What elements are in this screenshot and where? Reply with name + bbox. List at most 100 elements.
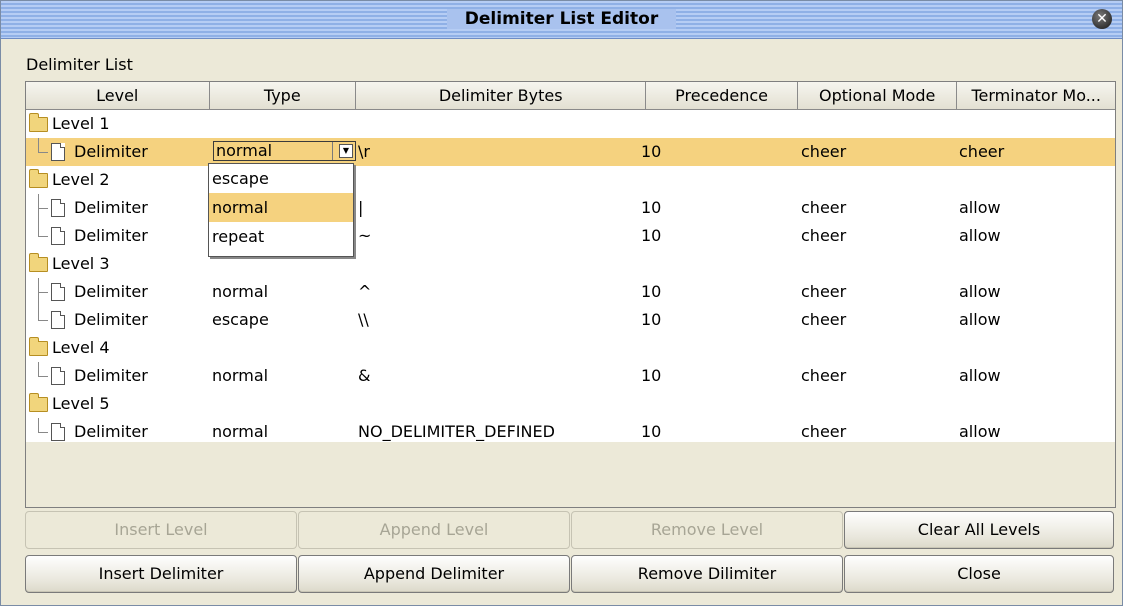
level-row[interactable]: Level 4 [26,334,1115,362]
delimiter-precedence: 10 [641,198,662,217]
delimiter-precedence: 10 [641,142,662,161]
delimiter-terminator-mode: allow [959,310,1001,329]
delimiter-bytes: & [358,366,371,385]
document-icon [51,143,65,161]
folder-icon [29,393,48,412]
clear-all-levels-button[interactable]: Clear All Levels [844,511,1114,549]
remove-delimiter-button[interactable]: Remove Dilimiter [571,555,843,593]
title-bar[interactable]: Delimiter List Editor ✕ [1,1,1122,39]
level-label: Level 4 [52,338,110,357]
type-option-normal[interactable]: normal [209,193,353,222]
delimiter-terminator-mode: allow [959,282,1001,301]
tree-line [38,306,39,320]
delimiter-bytes: NO_DELIMITER_DEFINED [358,422,555,441]
level-row[interactable]: Level 2 [26,166,1115,194]
level-label: Level 1 [52,114,110,133]
delimiter-terminator-mode: allow [959,422,1001,441]
delimiter-terminator-mode: cheer [959,142,1005,161]
delimiter-row[interactable]: Delimiter normal ^ 10 cheer allow [26,278,1115,306]
delimiter-bytes: ^ [358,282,372,301]
delimiter-label: Delimiter [74,310,148,329]
delimiter-precedence: 10 [641,310,662,329]
level-label: Level 2 [52,170,110,189]
table-empty-area [26,442,1115,507]
insert-delimiter-button[interactable]: Insert Delimiter [25,555,297,593]
tree-line [38,362,39,376]
folder-icon [29,253,48,272]
delimiter-label: Delimiter [74,366,148,385]
combo-dropdown-icon[interactable]: ▼ [339,144,353,158]
delimiter-type: escape [212,310,269,329]
close-icon[interactable]: ✕ [1092,9,1112,29]
delimiter-label: Delimiter [74,226,148,245]
delimiter-terminator-mode: allow [959,198,1001,217]
column-header-delimiter-bytes[interactable]: Delimiter Bytes [356,82,647,109]
table-header: Level Type Delimiter Bytes Precedence Op… [26,82,1115,110]
delimiter-optional-mode: cheer [801,310,847,329]
delimiter-terminator-mode: allow [959,226,1001,245]
delimiter-bytes: | [358,198,364,217]
delimiter-bytes: \\ [358,310,369,329]
delimiter-optional-mode: cheer [801,226,847,245]
delimiter-precedence: 10 [641,282,662,301]
tree-line [38,292,48,293]
type-combo-value: normal [216,141,273,160]
column-header-precedence[interactable]: Precedence [646,82,798,109]
delimiter-precedence: 10 [641,422,662,441]
tree-line [38,418,39,432]
remove-level-button[interactable]: Remove Level [571,511,843,549]
document-icon [51,423,65,441]
tree-line [38,236,48,237]
insert-level-button[interactable]: Insert Level [25,511,297,549]
tree-line [38,432,48,433]
delimiter-label: Delimiter [74,422,148,441]
level-row[interactable]: Level 3 [26,250,1115,278]
delimiter-row[interactable]: Delimiter escape \\ 10 cheer allow [26,306,1115,334]
document-icon [51,283,65,301]
append-delimiter-button[interactable]: Append Delimiter [298,555,570,593]
tree-line [38,208,48,209]
delimiter-row[interactable]: Delimiter ~10 cheer allow [26,222,1115,250]
delimiter-optional-mode: cheer [801,366,847,385]
delimiter-type: normal [212,366,269,385]
document-icon [51,199,65,217]
column-header-type[interactable]: Type [209,82,357,109]
delimiter-precedence: 10 [641,366,662,385]
delimiter-row[interactable]: Delimiter | 10 cheer allow [26,194,1115,222]
delimiter-label: Delimiter [74,282,148,301]
delimiter-terminator-mode: allow [959,366,1001,385]
delimiter-row[interactable]: Delimiter \r 10 cheer cheer [26,138,1115,166]
delimiter-bytes: \r [358,142,370,161]
delimiter-table: Level Type Delimiter Bytes Precedence Op… [25,81,1116,508]
tree-line [38,320,48,321]
tree-line [38,138,39,152]
type-combo-box[interactable]: normal ▼ [213,141,356,161]
level-row[interactable]: Level 5 [26,390,1115,418]
column-header-optional-mode[interactable]: Optional Mode [797,82,958,109]
folder-icon [29,169,48,188]
column-header-level[interactable]: Level [26,82,210,109]
delimiter-label: Delimiter [74,198,148,217]
delimiter-row[interactable]: Delimiter normal NO_DELIMITER_DEFINED 10 che… [26,418,1115,446]
delimiter-optional-mode: cheer [801,282,847,301]
folder-icon [29,113,48,132]
level-label: Level 5 [52,394,110,413]
folder-icon [29,337,48,356]
type-option-escape[interactable]: escape [209,164,353,193]
delimiter-precedence: 10 [641,226,662,245]
level-row[interactable]: Level 1 [26,110,1115,138]
type-dropdown-list: escape normal repeat [208,163,354,257]
append-level-button[interactable]: Append Level [298,511,570,549]
tree-line [38,376,48,377]
delimiter-type: normal [212,422,269,441]
column-header-terminator-mode[interactable]: Terminator Mo... [957,82,1115,109]
tree-line [38,152,48,153]
close-button[interactable]: Close [844,555,1114,593]
delimiter-row[interactable]: Delimiter normal & 10 cheer allow [26,362,1115,390]
delimiter-label: Delimiter [74,142,148,161]
document-icon [51,227,65,245]
type-option-repeat[interactable]: repeat [209,222,353,251]
delimiter-bytes: ~ [358,226,372,245]
delimiter-type: normal [212,282,269,301]
delimiter-list-caption: Delimiter List [26,55,133,74]
